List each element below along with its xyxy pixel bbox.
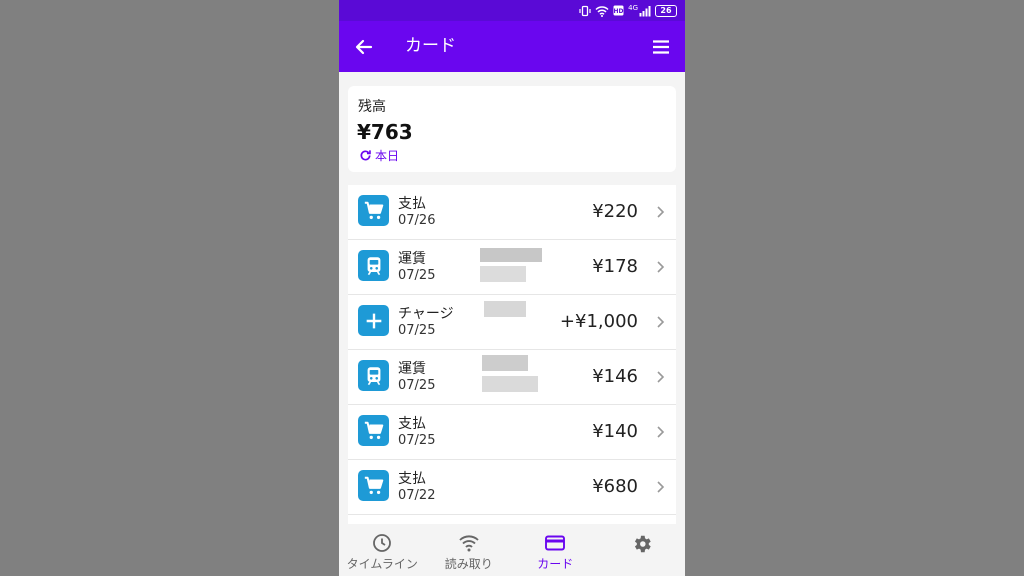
- transaction-row[interactable]: 運賃 07/25 ¥178: [348, 240, 676, 295]
- plus-icon: [358, 305, 389, 336]
- chevron-right-icon: [657, 426, 665, 438]
- nav-tab-settings[interactable]: [599, 524, 686, 576]
- chevron-right-icon: [657, 206, 665, 218]
- transaction-row[interactable]: 支払 07/26 ¥220: [348, 185, 676, 240]
- back-button[interactable]: [351, 34, 377, 60]
- main-content: 残高 ¥763 本日 支払 07/26 ¥220 運賃 07/25 ¥178 チ…: [339, 72, 685, 524]
- nav-tab-scan[interactable]: 読み取り: [426, 524, 513, 576]
- transaction-amount: ¥146: [592, 366, 638, 387]
- transaction-list: 支払 07/26 ¥220 運賃 07/25 ¥178 チャージ 07/25 +…: [348, 185, 676, 524]
- network-type-label: 4G: [628, 3, 638, 12]
- balance-amount: ¥763: [357, 120, 413, 144]
- chevron-right-icon: [657, 261, 665, 273]
- balance-card: 残高 ¥763 本日: [348, 86, 676, 172]
- transaction-row[interactable]: 支払 07/25 ¥140: [348, 405, 676, 460]
- cart-icon: [358, 195, 389, 226]
- nav-tab-card[interactable]: カード: [512, 524, 599, 576]
- transaction-type: 運賃: [398, 361, 426, 377]
- balance-refresh[interactable]: 本日: [359, 147, 399, 164]
- transaction-type: 支払: [398, 196, 426, 212]
- transaction-row-partial[interactable]: [348, 515, 676, 524]
- svg-text:HD: HD: [614, 8, 624, 15]
- balance-label: 残高: [358, 99, 386, 115]
- transaction-amount: +¥1,000: [559, 311, 638, 332]
- hd-icon: HD: [613, 5, 624, 16]
- transaction-type: 運賃: [398, 251, 426, 267]
- train-icon: [358, 360, 389, 391]
- transaction-type: 支払: [398, 416, 426, 432]
- train-icon: [358, 250, 389, 281]
- transaction-date: 07/25: [398, 378, 436, 393]
- redacted-station: [482, 355, 528, 371]
- signal-icon: [639, 5, 651, 17]
- transaction-amount: ¥680: [592, 476, 638, 497]
- transaction-row[interactable]: 支払 07/22 ¥680: [348, 460, 676, 515]
- bottom-navigation: タイムライン 読み取り カード: [339, 524, 685, 576]
- page-title: カード: [405, 36, 456, 56]
- cart-icon: [358, 470, 389, 501]
- transaction-date: 07/25: [398, 433, 436, 448]
- status-icons: HD 4G 26: [579, 3, 677, 18]
- transaction-date: 07/25: [398, 268, 436, 283]
- transaction-row[interactable]: チャージ 07/25 +¥1,000: [348, 295, 676, 350]
- chevron-right-icon: [657, 371, 665, 383]
- transaction-row[interactable]: 運賃 07/25 ¥146: [348, 350, 676, 405]
- vibrate-icon: [579, 5, 591, 17]
- clock-icon: [373, 534, 392, 552]
- chevron-right-icon: [657, 316, 665, 328]
- hamburger-menu-icon: [653, 40, 669, 54]
- transaction-amount: ¥140: [592, 421, 638, 442]
- arrow-left-icon: [355, 39, 373, 55]
- status-bar: HD 4G 26: [339, 0, 685, 21]
- transaction-type: チャージ: [398, 306, 454, 322]
- redacted-station: [482, 376, 538, 392]
- refresh-label: 本日: [375, 149, 400, 163]
- nav-tab-label: タイムライン: [346, 557, 418, 571]
- transaction-amount: ¥220: [592, 201, 638, 222]
- nav-tab-label: 読み取り: [444, 557, 493, 571]
- transaction-date: 07/22: [398, 488, 436, 503]
- nav-tab-label: カード: [537, 557, 574, 571]
- redacted-station: [480, 266, 526, 282]
- transaction-type: 支払: [398, 471, 426, 487]
- transaction-date: 07/26: [398, 213, 436, 228]
- gear-icon: [634, 535, 651, 553]
- nav-tab-timeline[interactable]: タイムライン: [339, 524, 426, 576]
- redacted-station: [480, 248, 542, 262]
- cart-icon: [358, 415, 389, 446]
- transaction-amount: ¥178: [592, 256, 638, 277]
- wifi-status-icon: [595, 5, 609, 17]
- credit-card-icon: [545, 535, 566, 551]
- transaction-date: 07/25: [398, 323, 436, 338]
- wifi-icon: [459, 535, 479, 552]
- app-bar: カード: [339, 21, 685, 72]
- refresh-icon: [360, 150, 371, 161]
- battery-indicator: 26: [655, 4, 677, 17]
- menu-button[interactable]: [649, 35, 673, 59]
- chevron-right-icon: [657, 481, 665, 493]
- phone-screen: HD 4G 26 カード 残高 ¥763 本日 支払 07/26 ¥220 運賃…: [339, 0, 685, 576]
- redacted-station: [484, 301, 526, 317]
